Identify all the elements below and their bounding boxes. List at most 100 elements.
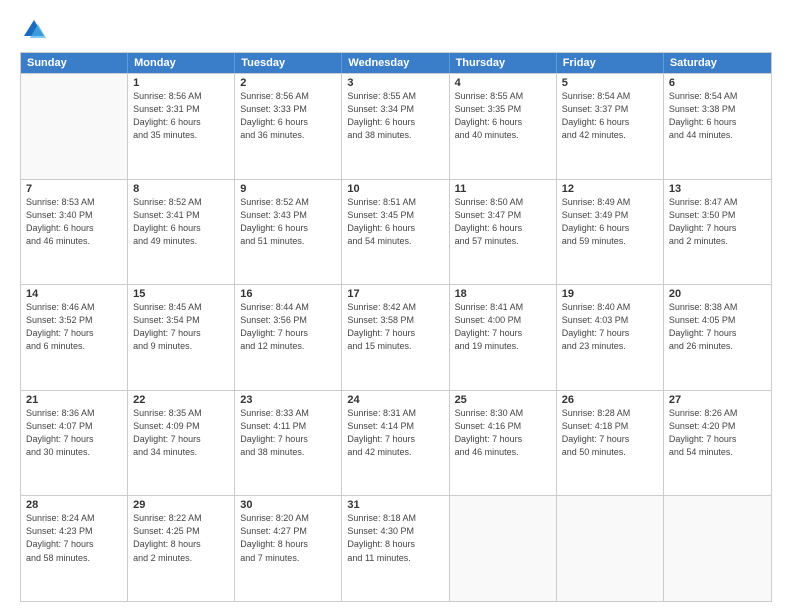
day-number: 26 — [562, 394, 658, 406]
day-number: 1 — [133, 77, 229, 89]
logo-icon — [20, 16, 48, 44]
cal-header-cell: Tuesday — [235, 53, 342, 73]
day-info: Sunrise: 8:24 AM Sunset: 4:23 PM Dayligh… — [26, 512, 122, 564]
day-number: 2 — [240, 77, 336, 89]
cal-cell: 1Sunrise: 8:56 AM Sunset: 3:31 PM Daylig… — [128, 74, 235, 179]
calendar-header-row: SundayMondayTuesdayWednesdayThursdayFrid… — [21, 53, 771, 73]
day-info: Sunrise: 8:22 AM Sunset: 4:25 PM Dayligh… — [133, 512, 229, 564]
day-number: 27 — [669, 394, 766, 406]
day-info: Sunrise: 8:30 AM Sunset: 4:16 PM Dayligh… — [455, 407, 551, 459]
day-info: Sunrise: 8:42 AM Sunset: 3:58 PM Dayligh… — [347, 301, 443, 353]
cal-cell: 25Sunrise: 8:30 AM Sunset: 4:16 PM Dayli… — [450, 391, 557, 496]
cal-header-cell: Wednesday — [342, 53, 449, 73]
day-info: Sunrise: 8:33 AM Sunset: 4:11 PM Dayligh… — [240, 407, 336, 459]
day-number: 25 — [455, 394, 551, 406]
day-number: 20 — [669, 288, 766, 300]
day-info: Sunrise: 8:54 AM Sunset: 3:38 PM Dayligh… — [669, 90, 766, 142]
day-info: Sunrise: 8:28 AM Sunset: 4:18 PM Dayligh… — [562, 407, 658, 459]
day-number: 8 — [133, 183, 229, 195]
day-number: 13 — [669, 183, 766, 195]
cal-header-cell: Friday — [557, 53, 664, 73]
cal-cell: 23Sunrise: 8:33 AM Sunset: 4:11 PM Dayli… — [235, 391, 342, 496]
cal-cell: 24Sunrise: 8:31 AM Sunset: 4:14 PM Dayli… — [342, 391, 449, 496]
cal-week-row: 14Sunrise: 8:46 AM Sunset: 3:52 PM Dayli… — [21, 284, 771, 390]
day-info: Sunrise: 8:36 AM Sunset: 4:07 PM Dayligh… — [26, 407, 122, 459]
cal-cell: 30Sunrise: 8:20 AM Sunset: 4:27 PM Dayli… — [235, 496, 342, 601]
cal-cell: 7Sunrise: 8:53 AM Sunset: 3:40 PM Daylig… — [21, 180, 128, 285]
day-info: Sunrise: 8:47 AM Sunset: 3:50 PM Dayligh… — [669, 196, 766, 248]
day-info: Sunrise: 8:38 AM Sunset: 4:05 PM Dayligh… — [669, 301, 766, 353]
day-info: Sunrise: 8:46 AM Sunset: 3:52 PM Dayligh… — [26, 301, 122, 353]
cal-cell: 6Sunrise: 8:54 AM Sunset: 3:38 PM Daylig… — [664, 74, 771, 179]
cal-header-cell: Monday — [128, 53, 235, 73]
day-number: 24 — [347, 394, 443, 406]
calendar-body: 1Sunrise: 8:56 AM Sunset: 3:31 PM Daylig… — [21, 73, 771, 601]
day-number: 18 — [455, 288, 551, 300]
day-info: Sunrise: 8:45 AM Sunset: 3:54 PM Dayligh… — [133, 301, 229, 353]
day-number: 9 — [240, 183, 336, 195]
day-info: Sunrise: 8:35 AM Sunset: 4:09 PM Dayligh… — [133, 407, 229, 459]
day-info: Sunrise: 8:55 AM Sunset: 3:35 PM Dayligh… — [455, 90, 551, 142]
page: SundayMondayTuesdayWednesdayThursdayFrid… — [0, 0, 792, 612]
cal-cell — [557, 496, 664, 601]
day-info: Sunrise: 8:53 AM Sunset: 3:40 PM Dayligh… — [26, 196, 122, 248]
day-info: Sunrise: 8:52 AM Sunset: 3:43 PM Dayligh… — [240, 196, 336, 248]
day-info: Sunrise: 8:41 AM Sunset: 4:00 PM Dayligh… — [455, 301, 551, 353]
cal-cell: 11Sunrise: 8:50 AM Sunset: 3:47 PM Dayli… — [450, 180, 557, 285]
cal-week-row: 1Sunrise: 8:56 AM Sunset: 3:31 PM Daylig… — [21, 73, 771, 179]
day-number: 22 — [133, 394, 229, 406]
day-info: Sunrise: 8:54 AM Sunset: 3:37 PM Dayligh… — [562, 90, 658, 142]
cal-cell: 20Sunrise: 8:38 AM Sunset: 4:05 PM Dayli… — [664, 285, 771, 390]
day-info: Sunrise: 8:56 AM Sunset: 3:31 PM Dayligh… — [133, 90, 229, 142]
cal-cell: 18Sunrise: 8:41 AM Sunset: 4:00 PM Dayli… — [450, 285, 557, 390]
cal-header-cell: Sunday — [21, 53, 128, 73]
cal-cell: 15Sunrise: 8:45 AM Sunset: 3:54 PM Dayli… — [128, 285, 235, 390]
cal-week-row: 7Sunrise: 8:53 AM Sunset: 3:40 PM Daylig… — [21, 179, 771, 285]
cal-cell: 8Sunrise: 8:52 AM Sunset: 3:41 PM Daylig… — [128, 180, 235, 285]
day-info: Sunrise: 8:20 AM Sunset: 4:27 PM Dayligh… — [240, 512, 336, 564]
day-number: 29 — [133, 499, 229, 511]
day-info: Sunrise: 8:56 AM Sunset: 3:33 PM Dayligh… — [240, 90, 336, 142]
day-number: 23 — [240, 394, 336, 406]
day-number: 28 — [26, 499, 122, 511]
cal-cell: 14Sunrise: 8:46 AM Sunset: 3:52 PM Dayli… — [21, 285, 128, 390]
day-info: Sunrise: 8:44 AM Sunset: 3:56 PM Dayligh… — [240, 301, 336, 353]
cal-cell: 17Sunrise: 8:42 AM Sunset: 3:58 PM Dayli… — [342, 285, 449, 390]
day-number: 30 — [240, 499, 336, 511]
cal-cell: 12Sunrise: 8:49 AM Sunset: 3:49 PM Dayli… — [557, 180, 664, 285]
day-number: 4 — [455, 77, 551, 89]
cal-cell: 27Sunrise: 8:26 AM Sunset: 4:20 PM Dayli… — [664, 391, 771, 496]
logo — [20, 16, 52, 44]
day-number: 11 — [455, 183, 551, 195]
day-info: Sunrise: 8:51 AM Sunset: 3:45 PM Dayligh… — [347, 196, 443, 248]
cal-week-row: 21Sunrise: 8:36 AM Sunset: 4:07 PM Dayli… — [21, 390, 771, 496]
cal-cell: 26Sunrise: 8:28 AM Sunset: 4:18 PM Dayli… — [557, 391, 664, 496]
day-info: Sunrise: 8:55 AM Sunset: 3:34 PM Dayligh… — [347, 90, 443, 142]
cal-cell — [450, 496, 557, 601]
day-info: Sunrise: 8:49 AM Sunset: 3:49 PM Dayligh… — [562, 196, 658, 248]
day-number: 12 — [562, 183, 658, 195]
cal-cell: 28Sunrise: 8:24 AM Sunset: 4:23 PM Dayli… — [21, 496, 128, 601]
day-number: 19 — [562, 288, 658, 300]
cal-cell: 3Sunrise: 8:55 AM Sunset: 3:34 PM Daylig… — [342, 74, 449, 179]
day-number: 31 — [347, 499, 443, 511]
cal-cell: 10Sunrise: 8:51 AM Sunset: 3:45 PM Dayli… — [342, 180, 449, 285]
day-info: Sunrise: 8:18 AM Sunset: 4:30 PM Dayligh… — [347, 512, 443, 564]
day-info: Sunrise: 8:31 AM Sunset: 4:14 PM Dayligh… — [347, 407, 443, 459]
cal-cell: 22Sunrise: 8:35 AM Sunset: 4:09 PM Dayli… — [128, 391, 235, 496]
day-number: 7 — [26, 183, 122, 195]
calendar: SundayMondayTuesdayWednesdayThursdayFrid… — [20, 52, 772, 602]
day-number: 16 — [240, 288, 336, 300]
cal-cell: 29Sunrise: 8:22 AM Sunset: 4:25 PM Dayli… — [128, 496, 235, 601]
header — [20, 16, 772, 44]
cal-cell: 16Sunrise: 8:44 AM Sunset: 3:56 PM Dayli… — [235, 285, 342, 390]
cal-week-row: 28Sunrise: 8:24 AM Sunset: 4:23 PM Dayli… — [21, 495, 771, 601]
day-info: Sunrise: 8:26 AM Sunset: 4:20 PM Dayligh… — [669, 407, 766, 459]
day-number: 15 — [133, 288, 229, 300]
cal-cell — [664, 496, 771, 601]
day-number: 3 — [347, 77, 443, 89]
cal-cell — [21, 74, 128, 179]
cal-cell: 5Sunrise: 8:54 AM Sunset: 3:37 PM Daylig… — [557, 74, 664, 179]
cal-cell: 2Sunrise: 8:56 AM Sunset: 3:33 PM Daylig… — [235, 74, 342, 179]
day-number: 14 — [26, 288, 122, 300]
